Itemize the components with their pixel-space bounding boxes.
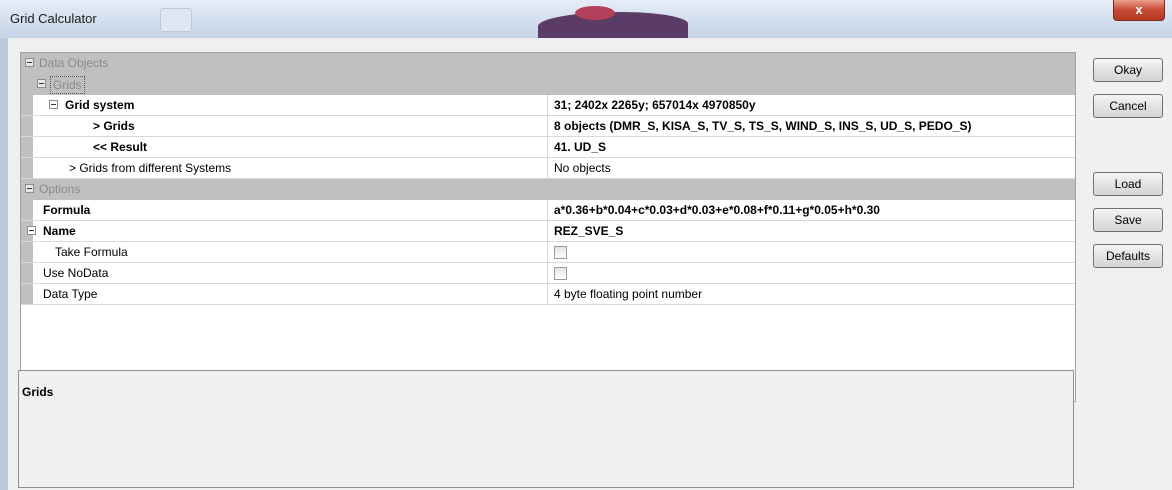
data-type-select[interactable]: 4 byte floating point number bbox=[547, 284, 1075, 304]
row-name[interactable]: Name REZ_SVE_S bbox=[21, 221, 1075, 242]
collapse-icon[interactable] bbox=[25, 58, 34, 67]
formula-field[interactable]: a*0.36+b*0.04+c*0.03+d*0.03+e*0.08+f*0.1… bbox=[547, 200, 1075, 220]
collapse-icon[interactable] bbox=[49, 100, 58, 109]
save-button[interactable]: Save bbox=[1093, 208, 1163, 232]
row-input-grids[interactable]: > Grids 8 objects (DMR_S, KISA_S, TV_S, … bbox=[21, 116, 1075, 137]
row-grids-different-systems[interactable]: > Grids from different Systems No object… bbox=[21, 158, 1075, 179]
property-value[interactable]: 41. UD_S bbox=[547, 137, 1075, 157]
property-label: Data Type bbox=[43, 287, 98, 301]
category-options[interactable]: Options bbox=[21, 179, 1075, 200]
property-label: Name bbox=[43, 224, 76, 238]
take-formula-checkbox[interactable] bbox=[554, 246, 567, 259]
close-button[interactable]: x bbox=[1113, 0, 1165, 21]
property-label: Formula bbox=[43, 203, 91, 217]
row-data-type[interactable]: Data Type 4 byte floating point number bbox=[21, 284, 1075, 305]
property-label: Take Formula bbox=[55, 245, 128, 259]
collapse-icon[interactable] bbox=[25, 184, 34, 193]
property-value[interactable]: No objects bbox=[547, 158, 1075, 178]
load-button[interactable]: Load bbox=[1093, 172, 1163, 196]
row-result[interactable]: << Result 41. UD_S bbox=[21, 137, 1075, 158]
row-take-formula[interactable]: Take Formula bbox=[21, 242, 1075, 263]
property-value[interactable]: 31; 2402x 2265y; 657014x 4970850y bbox=[547, 95, 1075, 115]
property-label: << Result bbox=[93, 140, 148, 154]
window-left-border bbox=[0, 38, 8, 490]
cancel-button[interactable]: Cancel bbox=[1093, 94, 1163, 118]
property-label: > Grids from different Systems bbox=[69, 161, 232, 175]
row-formula[interactable]: Formula a*0.36+b*0.04+c*0.03+d*0.03+e*0.… bbox=[21, 200, 1075, 221]
row-use-nodata[interactable]: Use NoData bbox=[21, 263, 1075, 284]
property-value[interactable]: 8 objects (DMR_S, KISA_S, TV_S, TS_S, WI… bbox=[547, 116, 1075, 136]
collapse-icon[interactable] bbox=[37, 79, 46, 88]
category-grids[interactable]: Grids bbox=[21, 74, 1075, 95]
property-label: Use NoData bbox=[43, 266, 109, 280]
background-map-fragment-accent bbox=[575, 6, 615, 20]
property-label: > Grids bbox=[93, 119, 135, 133]
defaults-button[interactable]: Defaults bbox=[1093, 244, 1163, 268]
use-nodata-checkbox[interactable] bbox=[554, 267, 567, 280]
collapse-icon[interactable] bbox=[27, 226, 36, 235]
dialog-client-area: Data Objects Grids Grid system 31; 2402x… bbox=[8, 38, 1172, 490]
description-title: Grids bbox=[22, 385, 54, 399]
category-label: Data Objects bbox=[39, 56, 109, 70]
window-title: Grid Calculator bbox=[10, 11, 97, 26]
category-data-objects[interactable]: Data Objects bbox=[21, 53, 1075, 74]
category-label: Grids bbox=[50, 76, 85, 94]
name-field[interactable]: REZ_SVE_S bbox=[547, 221, 1075, 241]
property-label: Grid system bbox=[65, 98, 135, 112]
description-panel: Grids bbox=[18, 370, 1074, 488]
title-bar: Grid Calculator x bbox=[0, 0, 1172, 38]
parameters-grid: Data Objects Grids Grid system 31; 2402x… bbox=[20, 52, 1076, 402]
background-window-fragment bbox=[160, 8, 192, 32]
category-label: Options bbox=[39, 182, 81, 196]
okay-button[interactable]: Okay bbox=[1093, 58, 1163, 82]
row-grid-system[interactable]: Grid system 31; 2402x 2265y; 657014x 497… bbox=[21, 95, 1075, 116]
